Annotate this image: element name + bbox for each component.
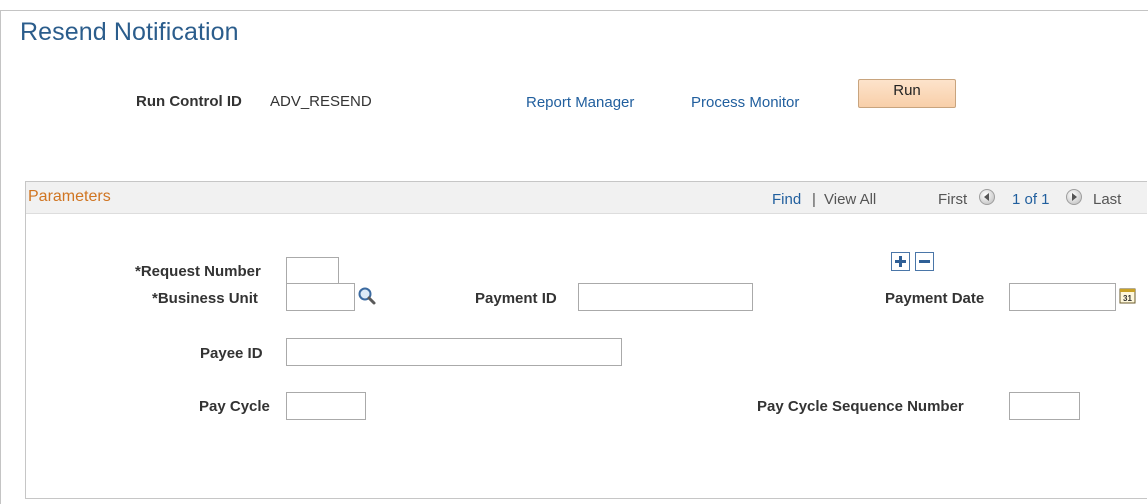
delete-row-button[interactable]: [915, 252, 934, 271]
parameters-title: Parameters: [28, 188, 111, 205]
process-monitor-link[interactable]: Process Monitor: [691, 94, 799, 111]
business-unit-label: *Business Unit: [152, 290, 258, 307]
page-frame-top: [0, 10, 1148, 11]
magnifier-icon[interactable]: [357, 286, 377, 310]
business-unit-input[interactable]: [286, 283, 355, 311]
find-link[interactable]: Find: [772, 191, 801, 208]
payment-id-label: Payment ID: [475, 290, 557, 307]
payee-id-input[interactable]: [286, 338, 622, 366]
run-control-id-label: Run Control ID: [136, 93, 242, 110]
report-manager-link[interactable]: Report Manager: [526, 94, 634, 111]
parameters-group-box: Parameters Find | View All First 1 of 1 …: [25, 181, 1147, 499]
parameters-header: Parameters Find | View All First 1 of 1 …: [26, 182, 1147, 214]
payment-date-label: Payment Date: [885, 290, 985, 307]
payment-date-input[interactable]: [1009, 283, 1116, 311]
run-button[interactable]: Run: [858, 79, 956, 108]
next-arrow-icon[interactable]: [1066, 189, 1082, 205]
calendar-icon[interactable]: 31: [1119, 287, 1136, 308]
page-frame-left: [0, 10, 1, 504]
pay-cycle-input[interactable]: [286, 392, 366, 420]
payee-id-label: Payee ID: [200, 345, 263, 362]
page-title: Resend Notification: [20, 18, 239, 46]
add-row-button[interactable]: [891, 252, 910, 271]
minus-icon: [919, 260, 930, 263]
run-control-id-value: ADV_RESEND: [270, 93, 372, 110]
svg-text:31: 31: [1123, 294, 1132, 303]
request-number-input[interactable]: [286, 257, 339, 285]
plus-icon: [895, 256, 906, 267]
pay-cycle-sequence-number-label: Pay Cycle Sequence Number: [757, 398, 964, 415]
row-counter: 1 of 1: [1012, 191, 1050, 208]
nav-separator: |: [812, 191, 816, 208]
first-link[interactable]: First: [938, 191, 967, 208]
last-link[interactable]: Last: [1093, 191, 1121, 208]
payment-id-input[interactable]: [578, 283, 753, 311]
request-number-label: *Request Number: [135, 263, 261, 280]
pay-cycle-sequence-number-input[interactable]: [1009, 392, 1080, 420]
view-all-link[interactable]: View All: [824, 191, 876, 208]
pay-cycle-label: Pay Cycle: [199, 398, 270, 415]
previous-arrow-icon[interactable]: [979, 189, 995, 205]
